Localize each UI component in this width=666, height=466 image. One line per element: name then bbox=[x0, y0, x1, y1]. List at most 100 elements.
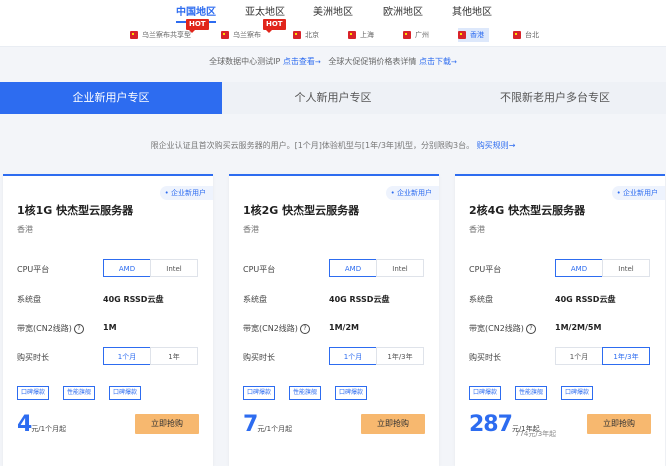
bandwidth-label: 带宽(CN2线路)? bbox=[469, 323, 536, 334]
region-tab-label: 中国地区 bbox=[176, 7, 216, 18]
product-location: 香港 bbox=[17, 225, 33, 234]
system-disk-value: 40G RSSD云盘 bbox=[555, 295, 616, 304]
china-flag-icon bbox=[348, 31, 356, 39]
city-tab-ulanqab[interactable]: 乌兰察布 HOT bbox=[221, 19, 286, 42]
city-tab-ulanqab-shared[interactable]: 乌兰察布共享型 HOT bbox=[130, 19, 209, 42]
cpu-option-amd[interactable]: AMD bbox=[555, 259, 603, 277]
download-price-list-link[interactable]: 点击下载→ bbox=[419, 57, 457, 66]
cpu-option-intel[interactable]: Intel bbox=[150, 259, 198, 277]
bandwidth-label-text: 带宽(CN2线路) bbox=[243, 324, 298, 333]
feature-tag: 口碑爆款 bbox=[561, 386, 594, 400]
purchase-duration-label: 购买时长 bbox=[17, 353, 49, 362]
buy-now-button[interactable]: 立即抢购 bbox=[587, 414, 651, 434]
cpu-option-intel[interactable]: Intel bbox=[376, 259, 424, 277]
help-icon[interactable]: ? bbox=[73, 323, 84, 334]
city-tab-shanghai[interactable]: 上海 bbox=[348, 28, 374, 42]
notice-text-price-list: 全球大促促销价格表详情 bbox=[328, 57, 417, 66]
tab-europe-region[interactable]: 欧洲地区 bbox=[383, 6, 423, 22]
city-label: 乌兰察布共享型 bbox=[142, 31, 191, 39]
system-disk-row: 系统盘 40G RSSD云盘 bbox=[17, 289, 207, 309]
duration-option-1-month[interactable]: 1个月 bbox=[103, 347, 151, 365]
price: 287元/1年起 774元/3年起 bbox=[469, 412, 556, 438]
purchase-duration-label: 购买时长 bbox=[469, 353, 501, 362]
cpu-option-intel[interactable]: Intel bbox=[602, 259, 650, 277]
system-disk-value: 40G RSSD云盘 bbox=[329, 295, 390, 304]
segment-description-text: 限企业认证且首次购买云服务器的用户。[1个月]体验机型与[1年/3年]机型，分别… bbox=[150, 141, 475, 150]
purchase-duration-label: 购买时长 bbox=[243, 353, 275, 362]
help-icon[interactable]: ? bbox=[525, 323, 536, 334]
duration-option-1-3-year[interactable]: 1年/3年 bbox=[376, 347, 424, 365]
cpu-option-amd[interactable]: AMD bbox=[103, 259, 151, 277]
price-unit: 元/1个月起 bbox=[31, 425, 67, 433]
bandwidth-value: 1M bbox=[103, 323, 117, 332]
china-flag-icon bbox=[221, 31, 229, 39]
duration-option-1-year[interactable]: 1年 bbox=[150, 347, 198, 365]
link-label: 购买规则 bbox=[476, 141, 509, 150]
city-tab-hongkong[interactable]: 香港 bbox=[458, 28, 489, 42]
system-disk-label: 系统盘 bbox=[243, 295, 267, 304]
city-label: 北京 bbox=[305, 31, 319, 39]
bandwidth-label: 带宽(CN2线路)? bbox=[243, 323, 310, 334]
product-card-2c4g: • 企业新用户 2核4G 快杰型云服务器 香港 CPU平台 AMD Intel … bbox=[455, 174, 665, 466]
product-card-1c1g: • 企业新用户 1核1G 快杰型云服务器 香港 CPU平台 AMD Intel … bbox=[3, 174, 213, 466]
price: 4元/1个月起 bbox=[17, 412, 66, 437]
buy-now-button[interactable]: 立即抢购 bbox=[135, 414, 199, 434]
city-tab-taipei[interactable]: 台北 bbox=[513, 28, 539, 42]
region-tab-label: 其他地区 bbox=[452, 7, 492, 18]
tab-americas-region[interactable]: 美洲地区 bbox=[313, 6, 353, 22]
duration-option-1-month[interactable]: 1个月 bbox=[555, 347, 603, 365]
bandwidth-value: 1M/2M bbox=[329, 323, 359, 332]
product-title: 1核2G 快杰型云服务器 bbox=[243, 204, 360, 217]
tab-other-region[interactable]: 其他地区 bbox=[452, 6, 492, 22]
system-disk-label: 系统盘 bbox=[469, 295, 493, 304]
feature-tag: 口碑爆款 bbox=[243, 386, 276, 400]
duration-option-1-month[interactable]: 1个月 bbox=[329, 347, 377, 365]
system-disk-row: 系统盘 40G RSSD云盘 bbox=[243, 289, 433, 309]
notice-bar: 全球数据中心测试IP 点击查看→ 全球大促促销价格表详情 点击下载→ bbox=[0, 56, 666, 67]
cpu-platform-label: CPU平台 bbox=[469, 265, 502, 274]
china-flag-icon bbox=[293, 31, 301, 39]
bandwidth-label: 带宽(CN2线路)? bbox=[17, 323, 84, 334]
price-value: 287 bbox=[469, 412, 513, 437]
china-flag-icon bbox=[403, 31, 411, 39]
feature-tag: 口碑爆款 bbox=[109, 386, 142, 400]
enterprise-new-user-badge: • 企业新用户 bbox=[385, 186, 439, 200]
cpu-option-amd[interactable]: AMD bbox=[329, 259, 377, 277]
region-tab-label: 亚太地区 bbox=[245, 7, 285, 18]
city-tab-beijing[interactable]: 北京 bbox=[293, 28, 319, 42]
help-icon[interactable]: ? bbox=[299, 323, 310, 334]
view-test-ip-link[interactable]: 点击查看→ bbox=[283, 57, 321, 66]
product-card-1c2g: • 企业新用户 1核2G 快杰型云服务器 香港 CPU平台 AMD Intel … bbox=[229, 174, 439, 466]
city-label: 台北 bbox=[525, 31, 539, 39]
cpu-platform-row: CPU平台 AMD Intel bbox=[469, 259, 659, 279]
tab-unlimited-user[interactable]: 不限新老用户多台专区 bbox=[444, 82, 666, 114]
buy-now-button[interactable]: 立即抢购 bbox=[361, 414, 425, 434]
segment-description: 限企业认证且首次购买云服务器的用户。[1个月]体验机型与[1年/3年]机型，分别… bbox=[0, 140, 666, 151]
product-title: 1核1G 快杰型云服务器 bbox=[17, 204, 134, 217]
duration-option-1-3-year[interactable]: 1年/3年 bbox=[602, 347, 650, 365]
flag-icon bbox=[513, 31, 521, 39]
system-disk-label: 系统盘 bbox=[17, 295, 41, 304]
price-unit: 元/1个月起 bbox=[257, 425, 293, 433]
bandwidth-row: 带宽(CN2线路)? 1M bbox=[17, 318, 207, 338]
hongkong-flag-icon bbox=[458, 31, 466, 39]
region-tabs: 中国地区 亚太地区 美洲地区 欧洲地区 其他地区 bbox=[0, 0, 666, 24]
city-tab-guangzhou[interactable]: 广州 bbox=[403, 28, 429, 42]
arrow-right-icon: → bbox=[450, 58, 457, 66]
cpu-platform-label: CPU平台 bbox=[243, 265, 276, 274]
tab-enterprise-new-user[interactable]: 企业新用户专区 bbox=[0, 82, 222, 114]
hot-badge: HOT bbox=[263, 19, 286, 33]
purchase-rules-link[interactable]: 购买规则→ bbox=[477, 141, 516, 150]
feature-tag: 性能旗舰 bbox=[63, 386, 96, 400]
city-label: 乌兰察布 bbox=[233, 31, 261, 39]
region-tab-label: 欧洲地区 bbox=[383, 7, 423, 18]
price-value: 4 bbox=[17, 412, 32, 437]
product-location: 香港 bbox=[243, 225, 259, 234]
product-location: 香港 bbox=[469, 225, 485, 234]
tab-personal-new-user[interactable]: 个人新用户专区 bbox=[222, 82, 444, 114]
hot-badge: HOT bbox=[186, 19, 209, 33]
feature-tag: 性能旗舰 bbox=[289, 386, 322, 400]
purchase-duration-row: 购买时长 1个月 1年/3年 bbox=[469, 347, 659, 367]
feature-tag: 性能旗舰 bbox=[515, 386, 548, 400]
purchase-duration-row: 购买时长 1个月 1年 bbox=[17, 347, 207, 367]
